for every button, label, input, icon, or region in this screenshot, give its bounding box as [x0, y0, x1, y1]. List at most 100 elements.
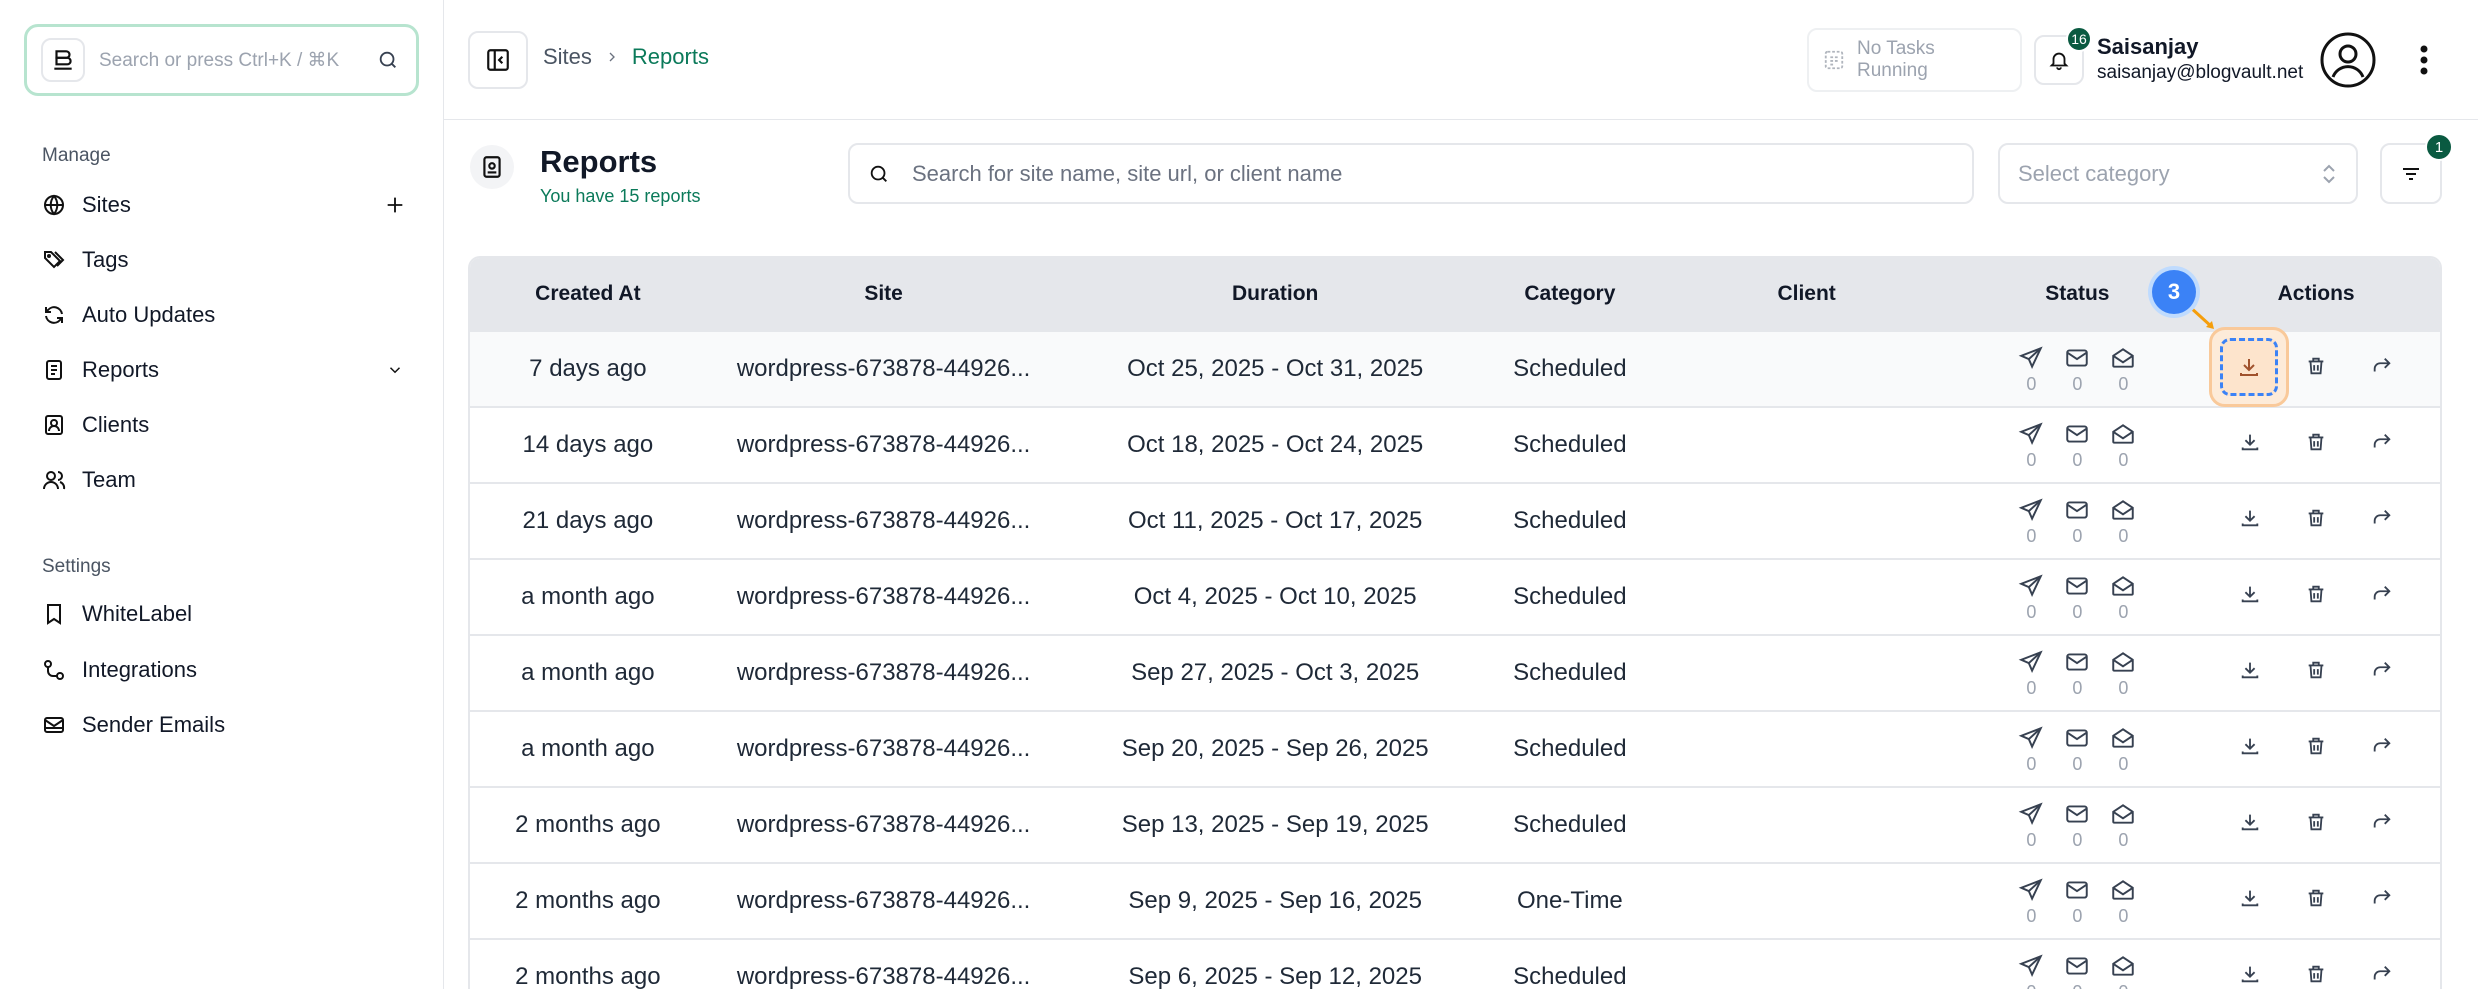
share-button[interactable]	[2349, 336, 2415, 402]
share-icon	[2371, 811, 2393, 840]
download-button[interactable]	[2217, 488, 2283, 554]
cell-status: 0 0 0	[1962, 724, 2192, 775]
category-select-placeholder: Select category	[2018, 160, 2170, 186]
sidebar-item-sender-emails[interactable]: Sender Emails	[40, 701, 410, 749]
breadcrumb-sites[interactable]: Sites	[543, 44, 592, 70]
table-row[interactable]: 2 months ago wordpress-673878-44926... Sep…	[470, 786, 2440, 862]
share-button[interactable]	[2349, 716, 2415, 782]
column-client[interactable]: Client	[1651, 282, 1963, 306]
cell-site[interactable]: wordpress-673878-44926...	[706, 963, 1062, 989]
chevron-down-icon[interactable]	[380, 355, 410, 385]
sidebar-item-whitelabel[interactable]: WhiteLabel	[40, 590, 410, 638]
table-row[interactable]: a month ago wordpress-673878-44926... Sep …	[470, 710, 2440, 786]
download-button[interactable]	[2217, 792, 2283, 858]
column-site[interactable]: Site	[706, 282, 1062, 306]
cell-site[interactable]: wordpress-673878-44926...	[706, 507, 1062, 535]
cell-actions	[2192, 868, 2440, 934]
cell-site[interactable]: wordpress-673878-44926...	[706, 735, 1062, 763]
table-row[interactable]: 14 days ago wordpress-673878-44926... Oct …	[470, 406, 2440, 482]
mail-open-icon	[2110, 800, 2136, 828]
download-button[interactable]	[2217, 640, 2283, 706]
download-icon	[2239, 963, 2261, 989]
sidebar-item-sites[interactable]: Sites	[40, 181, 410, 229]
sidebar-collapse-button[interactable]	[468, 31, 528, 89]
delete-button[interactable]	[2283, 868, 2349, 934]
more-options-button[interactable]	[2409, 38, 2439, 82]
mail-icon	[2064, 800, 2090, 828]
table-row[interactable]: 2 months ago wordpress-673878-44926... Sep…	[470, 938, 2440, 989]
sidebar-item-auto-updates[interactable]: Auto Updates	[40, 291, 410, 339]
user-info[interactable]: Saisanjay saisanjay@blogvault.net	[2097, 34, 2303, 84]
download-button[interactable]	[2217, 944, 2283, 989]
table-row[interactable]: a month ago wordpress-673878-44926... Sep …	[470, 634, 2440, 710]
table-row[interactable]: 2 months ago wordpress-673878-44926... Sep…	[470, 862, 2440, 938]
share-button[interactable]	[2349, 792, 2415, 858]
cell-category: Scheduled	[1513, 431, 1627, 458]
delete-button[interactable]	[2283, 716, 2349, 782]
share-button[interactable]	[2349, 412, 2415, 478]
search-icon	[374, 46, 402, 74]
table-header: Created At Site Duration Category Client…	[470, 258, 2440, 330]
tasks-status-button[interactable]: No Tasks Running	[1807, 28, 2022, 92]
user-email: saisanjay@blogvault.net	[2097, 62, 2304, 83]
delete-button[interactable]	[2283, 564, 2349, 630]
global-search-box[interactable]: Search or press Ctrl+K / ⌘K	[24, 24, 419, 96]
delete-button[interactable]	[2283, 336, 2349, 402]
cell-site[interactable]: wordpress-673878-44926...	[706, 583, 1062, 611]
delete-button[interactable]	[2283, 944, 2349, 989]
download-button[interactable]	[2217, 564, 2283, 630]
mail-open-icon	[2110, 952, 2136, 980]
sidebar-item-tags[interactable]: Tags	[40, 236, 410, 284]
sidebar-item-reports[interactable]: Reports	[40, 346, 410, 394]
breadcrumb-reports[interactable]: Reports	[632, 44, 709, 70]
share-button[interactable]	[2349, 564, 2415, 630]
download-button[interactable]	[2217, 412, 2283, 478]
share-button[interactable]	[2349, 944, 2415, 989]
share-icon	[2371, 887, 2393, 916]
delete-button[interactable]	[2283, 792, 2349, 858]
category-select[interactable]: Select category	[1998, 143, 2358, 204]
table-row[interactable]: 7 days ago wordpress-673878-44926... Oct 2…	[470, 330, 2440, 406]
cell-site[interactable]: wordpress-673878-44926...	[706, 355, 1062, 383]
cell-site[interactable]: wordpress-673878-44926...	[706, 811, 1062, 839]
delete-button[interactable]	[2283, 412, 2349, 478]
share-button[interactable]	[2349, 640, 2415, 706]
download-button[interactable]	[2217, 716, 2283, 782]
cell-site[interactable]: wordpress-673878-44926...	[706, 659, 1062, 687]
app-logo-icon[interactable]	[41, 38, 85, 82]
sidebar-item-integrations[interactable]: Integrations	[40, 646, 410, 694]
column-duration[interactable]: Duration	[1061, 282, 1489, 306]
sidebar-section-settings: Settings	[42, 556, 111, 577]
delete-button[interactable]	[2283, 488, 2349, 554]
sidebar-item-team[interactable]: Team	[40, 456, 410, 504]
highlighted-download-button[interactable]	[2209, 327, 2289, 407]
cell-category: Scheduled	[1513, 963, 1627, 989]
share-button[interactable]	[2349, 868, 2415, 934]
add-site-plus-icon[interactable]	[380, 190, 410, 220]
table-row[interactable]: a month ago wordpress-673878-44926... Oct …	[470, 558, 2440, 634]
avatar[interactable]	[2320, 32, 2376, 88]
cell-site[interactable]: wordpress-673878-44926...	[706, 431, 1062, 459]
reports-search-input[interactable]: Search for site name, site url, or clien…	[848, 143, 1974, 204]
mail-open-icon	[2110, 648, 2136, 676]
opened-count: 0	[2118, 905, 2129, 926]
opened-count: 0	[2118, 525, 2129, 546]
cell-category: Scheduled	[1513, 583, 1627, 610]
opened-count: 0	[2118, 677, 2129, 698]
search-icon	[868, 161, 894, 187]
share-button[interactable]	[2349, 488, 2415, 554]
column-category[interactable]: Category	[1489, 282, 1651, 306]
cell-duration: Oct 11, 2025 - Oct 17, 2025	[1127, 507, 1423, 534]
cell-site[interactable]: wordpress-673878-44926...	[706, 887, 1062, 915]
column-created-at[interactable]: Created At	[470, 282, 706, 306]
cell-actions	[2192, 640, 2440, 706]
delete-button[interactable]	[2283, 640, 2349, 706]
cell-actions	[2192, 716, 2440, 782]
sent-icon	[2018, 876, 2044, 904]
table-row[interactable]: 21 days ago wordpress-673878-44926... Oct …	[470, 482, 2440, 558]
sidebar-item-clients[interactable]: Clients	[40, 401, 410, 449]
kebab-menu-icon	[2420, 45, 2428, 75]
user-name: Saisanjay	[2097, 34, 2199, 59]
share-icon	[2371, 507, 2393, 536]
download-button[interactable]	[2217, 868, 2283, 934]
